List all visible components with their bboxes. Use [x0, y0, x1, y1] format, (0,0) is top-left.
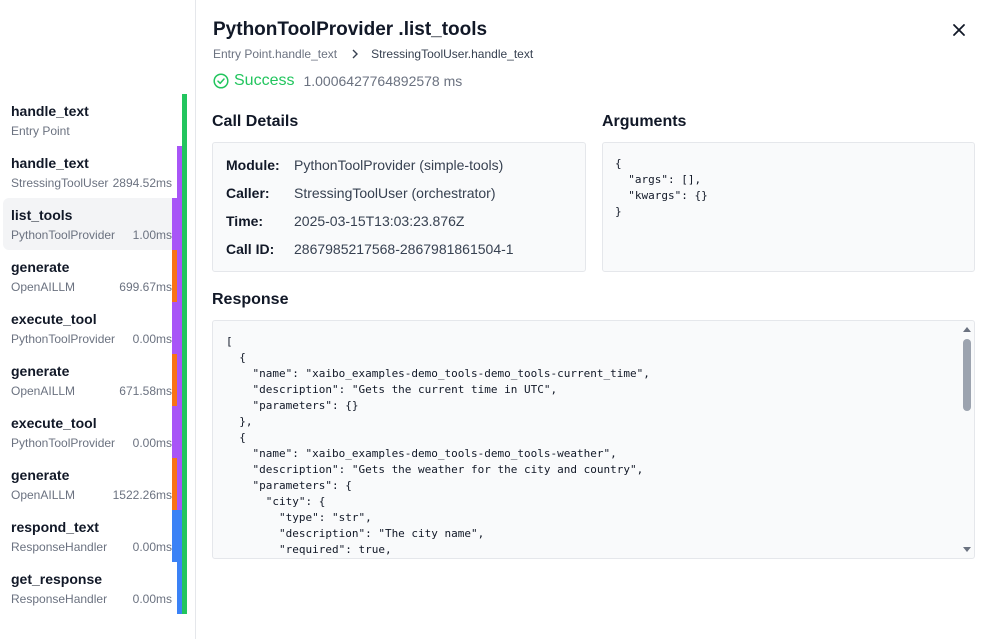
- trace-item-name: generate: [11, 467, 70, 483]
- trace-item-module: ResponseHandler: [11, 540, 108, 554]
- call-detail-panel: PythonToolProvider .list_tools Entry Poi…: [196, 0, 989, 639]
- timeline-bar: [182, 94, 187, 614]
- timeline-bar: [172, 250, 177, 302]
- trace-item-subline: PythonToolProvider 0.00ms: [11, 435, 172, 451]
- trace-item-module: OpenAILLM: [11, 384, 76, 398]
- trace-item-name: generate: [11, 363, 70, 379]
- call-details-title: Call Details: [212, 113, 299, 130]
- trace-item-duration: 0.00ms: [132, 540, 172, 554]
- trace-item-name: generate: [11, 259, 70, 275]
- trace-item-generate[interactable]: generate OpenAILLM 699.67ms: [3, 250, 172, 302]
- arguments-box: { "args": [], "kwargs": {} }: [602, 142, 975, 272]
- timeline-bar: [177, 146, 182, 510]
- call-detail-label: Caller:: [226, 185, 270, 201]
- close-button[interactable]: [948, 19, 970, 41]
- trace-item-subline: Entry Point: [11, 123, 172, 139]
- trace-sidebar: handle_text Entry Point handle_text Stressi…: [0, 0, 196, 639]
- call-detail-value: 2025-03-15T13:03:23.876Z: [294, 213, 465, 229]
- trace-item-generate[interactable]: generate OpenAILLM 671.58ms: [3, 354, 172, 406]
- response-title: Response: [212, 291, 289, 308]
- trace-item-subline: OpenAILLM 699.67ms: [11, 279, 172, 295]
- scroll-down-arrow-icon[interactable]: [963, 547, 971, 552]
- breadcrumb-item-current[interactable]: StressingToolUser.handle_text: [371, 47, 533, 61]
- trace-item-subline: OpenAILLM 671.58ms: [11, 383, 172, 399]
- trace-item-module: Entry Point: [11, 124, 70, 138]
- breadcrumb-item-entry[interactable]: Entry Point.handle_text: [213, 47, 337, 61]
- trace-item-subline: PythonToolProvider 0.00ms: [11, 331, 172, 347]
- scroll-up-arrow-icon[interactable]: [963, 327, 971, 332]
- trace-item-duration: 0.00ms: [132, 436, 172, 450]
- close-icon: [953, 24, 965, 36]
- timeline-bar: [172, 510, 177, 562]
- trace-item-duration: 1.00ms: [132, 228, 172, 242]
- chevron-right-icon: [351, 49, 359, 59]
- timeline-bar: [177, 510, 182, 614]
- response-box[interactable]: [ { "name": "xaibo_examples-demo_tools-d…: [212, 320, 975, 559]
- response-json: [ { "name": "xaibo_examples-demo_tools-d…: [226, 335, 650, 556]
- trace-item-name: handle_text: [11, 155, 89, 171]
- response-scrollbar[interactable]: [960, 321, 974, 558]
- trace-item-module: ResponseHandler: [11, 592, 108, 606]
- trace-item-respond-text[interactable]: respond_text ResponseHandler 0.00ms: [3, 510, 172, 562]
- trace-item-list-tools[interactable]: list_tools PythonToolProvider 1.00ms: [3, 198, 172, 250]
- call-detail-value: PythonToolProvider (simple-tools): [294, 157, 504, 173]
- trace-item-name: handle_text: [11, 103, 89, 119]
- timeline-bar: [172, 406, 177, 458]
- trace-item-get-response[interactable]: get_response ResponseHandler 0.00ms: [3, 562, 172, 614]
- status-duration: 1.0006427764892578 ms: [303, 73, 463, 89]
- trace-item-module: PythonToolProvider: [11, 332, 116, 346]
- trace-item-name: execute_tool: [11, 415, 97, 431]
- call-detail-row-caller: Caller: StressingToolUser (orchestrator): [226, 185, 496, 201]
- call-detail-value: StressingToolUser (orchestrator): [294, 185, 496, 201]
- trace-item-handle-text[interactable]: handle_text StressingToolUser 2894.52ms: [3, 146, 172, 198]
- trace-item-name: execute_tool: [11, 311, 97, 327]
- trace-item-name: get_response: [11, 571, 103, 587]
- trace-item-module: OpenAILLM: [11, 488, 76, 502]
- call-detail-row-call-id: Call ID: 2867985217568-2867981861504-1: [226, 241, 514, 257]
- trace-item-execute-tool[interactable]: execute_tool PythonToolProvider 0.00ms: [3, 302, 172, 354]
- timeline-bar: [172, 458, 177, 510]
- trace-item-duration: 1522.26ms: [112, 488, 172, 502]
- trace-item-subline: PythonToolProvider 1.00ms: [11, 227, 172, 243]
- trace-item-name: respond_text: [11, 519, 99, 535]
- trace-item-duration: 699.67ms: [119, 280, 172, 294]
- trace-item-module: PythonToolProvider: [11, 228, 116, 242]
- trace-item-subline: StressingToolUser 2894.52ms: [11, 175, 172, 191]
- trace-item-generate[interactable]: generate OpenAILLM 1522.26ms: [3, 458, 172, 510]
- call-detail-row-time: Time: 2025-03-15T13:03:23.876Z: [226, 213, 464, 229]
- call-details-box: Module: PythonToolProvider (simple-tools)…: [212, 142, 586, 272]
- trace-item-subline: OpenAILLM 1522.26ms: [11, 487, 172, 503]
- trace-item-duration: 0.00ms: [132, 332, 172, 346]
- call-detail-label: Time:: [226, 213, 264, 229]
- trace-item-duration: 2894.52ms: [112, 176, 172, 190]
- call-detail-label: Call ID:: [226, 241, 275, 257]
- timeline-bar: [172, 354, 177, 406]
- trace-item-duration: 0.00ms: [132, 592, 172, 606]
- check-circle-icon: [213, 73, 229, 89]
- timeline-bar: [172, 302, 177, 354]
- call-detail-row-module: Module: PythonToolProvider (simple-tools): [226, 157, 503, 173]
- call-detail-value: 2867985217568-2867981861504-1: [294, 241, 514, 257]
- trace-item-duration: 671.58ms: [119, 384, 172, 398]
- arguments-title: Arguments: [602, 113, 687, 130]
- trace-item-module: OpenAILLM: [11, 280, 76, 294]
- breadcrumb: Entry Point.handle_text StressingToolUse…: [213, 47, 533, 61]
- trace-item-name: list_tools: [11, 207, 73, 223]
- trace-item-handle-text[interactable]: handle_text Entry Point: [3, 94, 172, 146]
- status-row: Success 1.0006427764892578 ms: [213, 72, 462, 90]
- trace-item-module: StressingToolUser: [11, 176, 109, 190]
- arguments-json: { "args": [], "kwargs": {} }: [615, 157, 708, 218]
- trace-item-subline: ResponseHandler 0.00ms: [11, 539, 172, 555]
- trace-item-subline: ResponseHandler 0.00ms: [11, 591, 172, 607]
- trace-item-module: PythonToolProvider: [11, 436, 116, 450]
- status-badge: Success: [234, 72, 295, 89]
- trace-item-execute-tool[interactable]: execute_tool PythonToolProvider 0.00ms: [3, 406, 172, 458]
- call-detail-label: Module:: [226, 157, 280, 173]
- page-title: PythonToolProvider .list_tools: [213, 19, 488, 40]
- timeline-bar: [172, 198, 177, 250]
- scroll-thumb[interactable]: [963, 339, 971, 411]
